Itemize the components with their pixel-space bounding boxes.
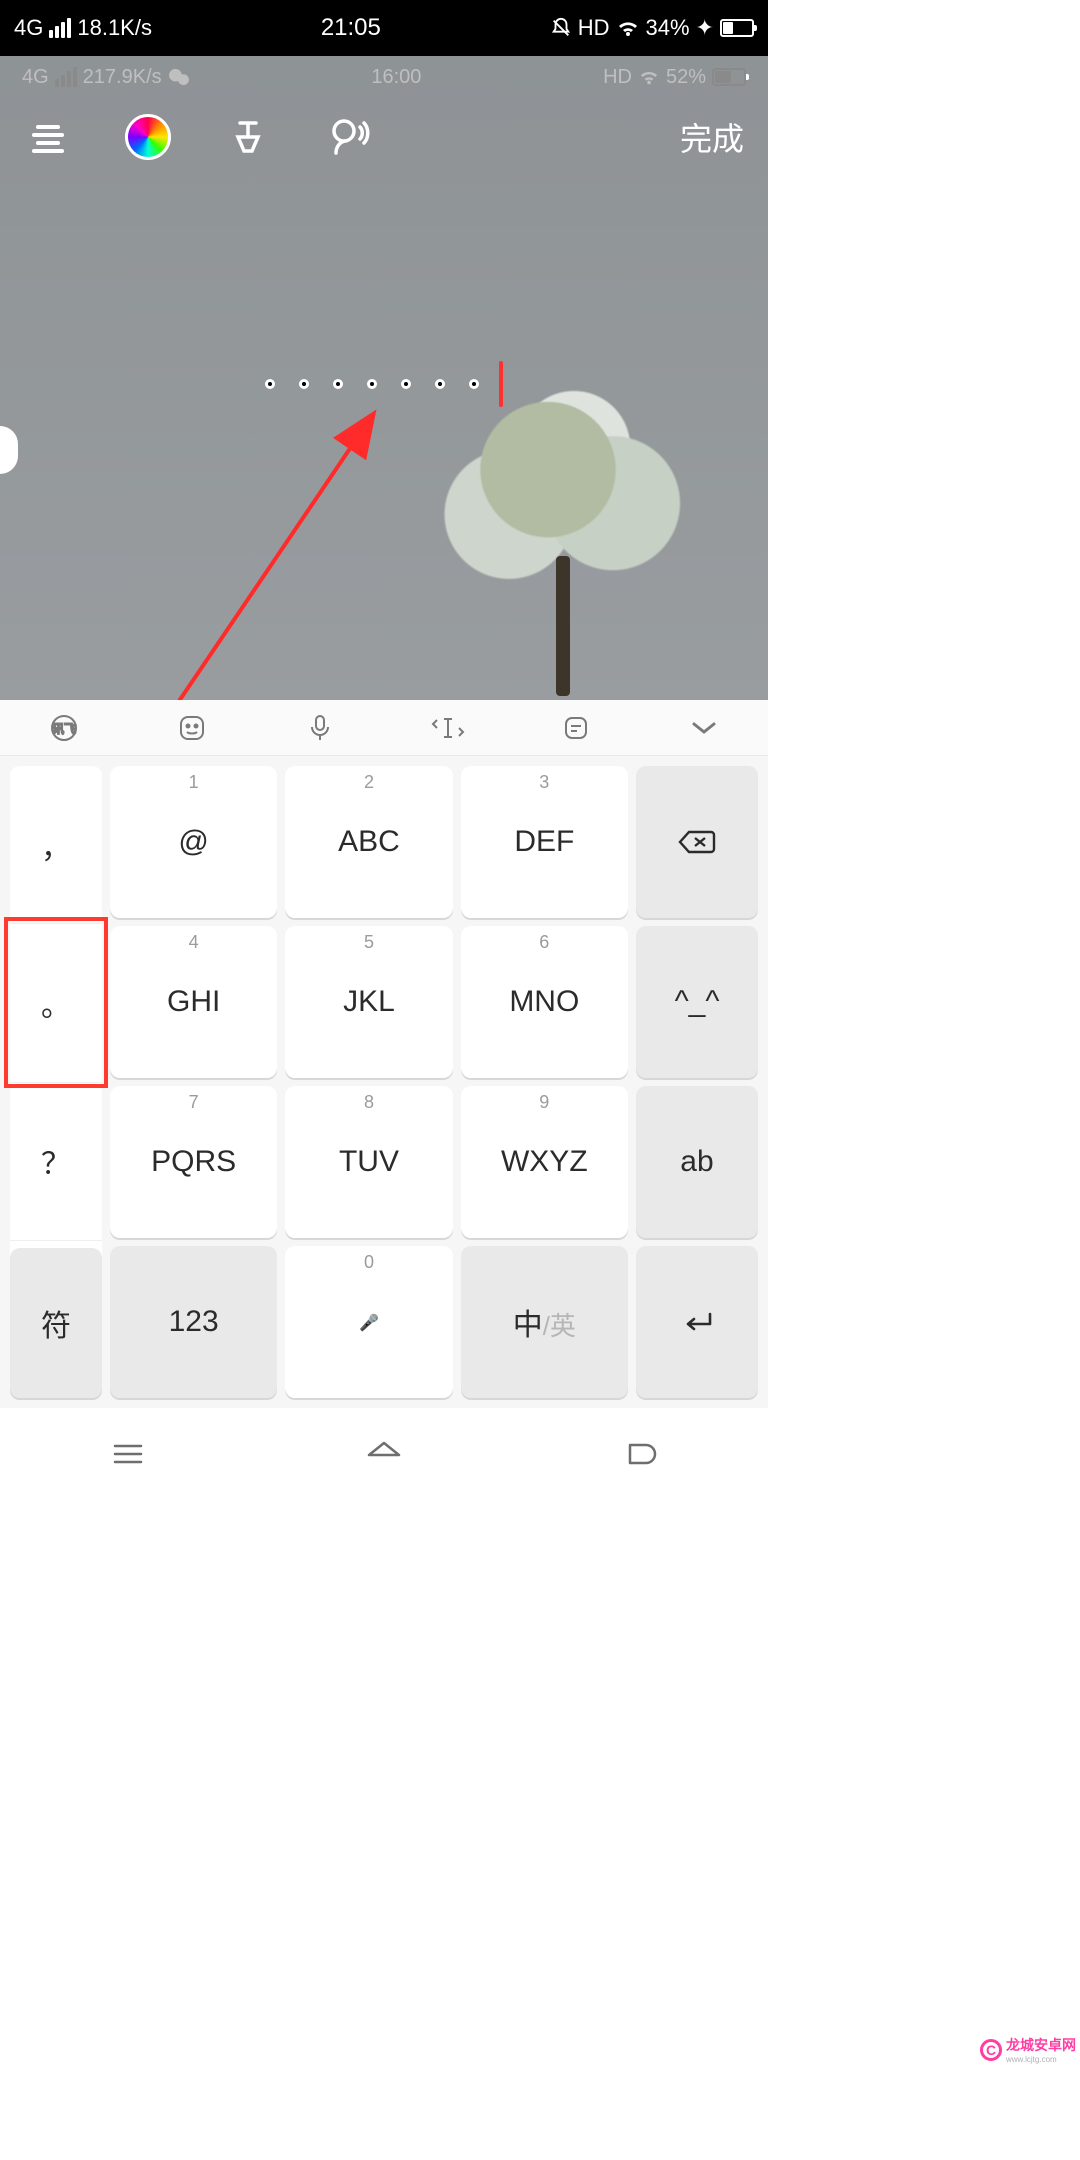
keyboard-toolbar: 讯飞 bbox=[0, 700, 768, 756]
text-input-area[interactable] bbox=[0, 361, 768, 407]
battery-percent: 34% bbox=[646, 15, 690, 41]
system-nav-bar bbox=[0, 1408, 768, 1536]
clipboard-button[interactable] bbox=[554, 706, 598, 750]
voice-input-button[interactable] bbox=[298, 706, 342, 750]
punctuation-key[interactable]: 。 bbox=[10, 923, 102, 1081]
watermark: C 龙城安卓网 www.lcjtg.com bbox=[980, 2035, 1076, 2064]
punctuation-key[interactable]: ， bbox=[10, 766, 102, 923]
inner-signal-icon bbox=[55, 67, 77, 87]
text-editor-toolbar: 完成 bbox=[0, 102, 768, 172]
app-screenshot: 4G 217.9K/s 16:00 HD 52% bbox=[0, 56, 768, 1408]
back-button[interactable] bbox=[610, 1434, 670, 1474]
enter-key[interactable] bbox=[636, 1246, 758, 1398]
cursor-move-button[interactable] bbox=[426, 706, 470, 750]
keyboard-grid: ，。？！ 1@ 2ABC 3DEF 4GHI 5JKL 6MNO ^_^ 7PQ… bbox=[0, 756, 768, 1408]
inner-status-bar: 4G 217.9K/s 16:00 HD 52% bbox=[0, 56, 768, 98]
ab-key[interactable]: ab bbox=[636, 1086, 758, 1238]
key-0-space[interactable]: 0🎤 bbox=[285, 1246, 452, 1398]
punctuation-key[interactable]: ？ bbox=[10, 1082, 102, 1240]
key-2-abc[interactable]: 2ABC bbox=[285, 766, 452, 918]
emoji-panel-button[interactable] bbox=[170, 706, 214, 750]
watermark-brand: 龙城安卓网 bbox=[1006, 2037, 1076, 2053]
signal-icon bbox=[49, 18, 71, 38]
text-to-speech-button[interactable] bbox=[324, 113, 372, 161]
key-5-jkl[interactable]: 5JKL bbox=[285, 926, 452, 1078]
inner-network-speed: 217.9K/s bbox=[83, 66, 162, 89]
inner-battery-percent: 52% bbox=[666, 66, 706, 89]
clock: 21:05 bbox=[321, 14, 381, 42]
key-3-def[interactable]: 3DEF bbox=[461, 766, 628, 918]
key-8-tuv[interactable]: 8TUV bbox=[285, 1086, 452, 1238]
battery-icon bbox=[720, 19, 754, 37]
recents-button[interactable] bbox=[98, 1434, 158, 1474]
home-button[interactable] bbox=[354, 1434, 414, 1474]
language-toggle-key[interactable]: 中/英 bbox=[461, 1246, 628, 1398]
inner-clock: 16:00 bbox=[371, 66, 421, 89]
inner-network-type: 4G bbox=[22, 66, 49, 89]
inner-battery-icon bbox=[712, 68, 746, 86]
align-button[interactable] bbox=[24, 113, 72, 161]
network-speed: 18.1K/s bbox=[77, 15, 152, 41]
backspace-key[interactable] bbox=[636, 766, 758, 918]
numeric-key[interactable]: 123 bbox=[110, 1246, 277, 1398]
charging-icon: ✦ bbox=[696, 15, 714, 41]
wechat-icon bbox=[168, 68, 190, 86]
typed-characters bbox=[265, 379, 479, 389]
watermark-url: www.lcjtg.com bbox=[1006, 2055, 1076, 2064]
svg-text:讯飞: 讯飞 bbox=[52, 722, 76, 736]
key-1-at[interactable]: 1@ bbox=[110, 766, 277, 918]
network-type: 4G bbox=[14, 15, 43, 41]
key-6-mno[interactable]: 6MNO bbox=[461, 926, 628, 1078]
ime-logo-button[interactable]: 讯飞 bbox=[42, 706, 86, 750]
hd-indicator: HD bbox=[578, 15, 610, 41]
ime-keyboard: 讯飞 ，。？！ 1@ 2ABC 3DEF 4GHI 5JKL 6MNO ^_^ … bbox=[0, 700, 768, 1408]
key-4-ghi[interactable]: 4GHI bbox=[110, 926, 277, 1078]
mic-icon: 🎤 bbox=[359, 1313, 379, 1333]
symbol-key[interactable]: 符 bbox=[10, 1248, 102, 1399]
dnd-icon bbox=[550, 17, 572, 39]
wifi-icon bbox=[616, 18, 640, 38]
font-style-button[interactable] bbox=[224, 113, 272, 161]
color-picker-button[interactable] bbox=[124, 113, 172, 161]
key-9-wxyz[interactable]: 9WXYZ bbox=[461, 1086, 628, 1238]
inner-wifi-icon bbox=[638, 68, 660, 86]
key-7-pqrs[interactable]: 7PQRS bbox=[110, 1086, 277, 1238]
collapse-keyboard-button[interactable] bbox=[682, 706, 726, 750]
done-button[interactable]: 完成 bbox=[680, 114, 744, 160]
device-status-bar: 4G 18.1K/s 21:05 HD 34% ✦ bbox=[0, 0, 768, 56]
inner-hd-indicator: HD bbox=[603, 66, 632, 89]
text-caret bbox=[499, 361, 503, 407]
color-wheel-icon bbox=[125, 114, 171, 160]
emoticon-key[interactable]: ^_^ bbox=[636, 926, 758, 1078]
